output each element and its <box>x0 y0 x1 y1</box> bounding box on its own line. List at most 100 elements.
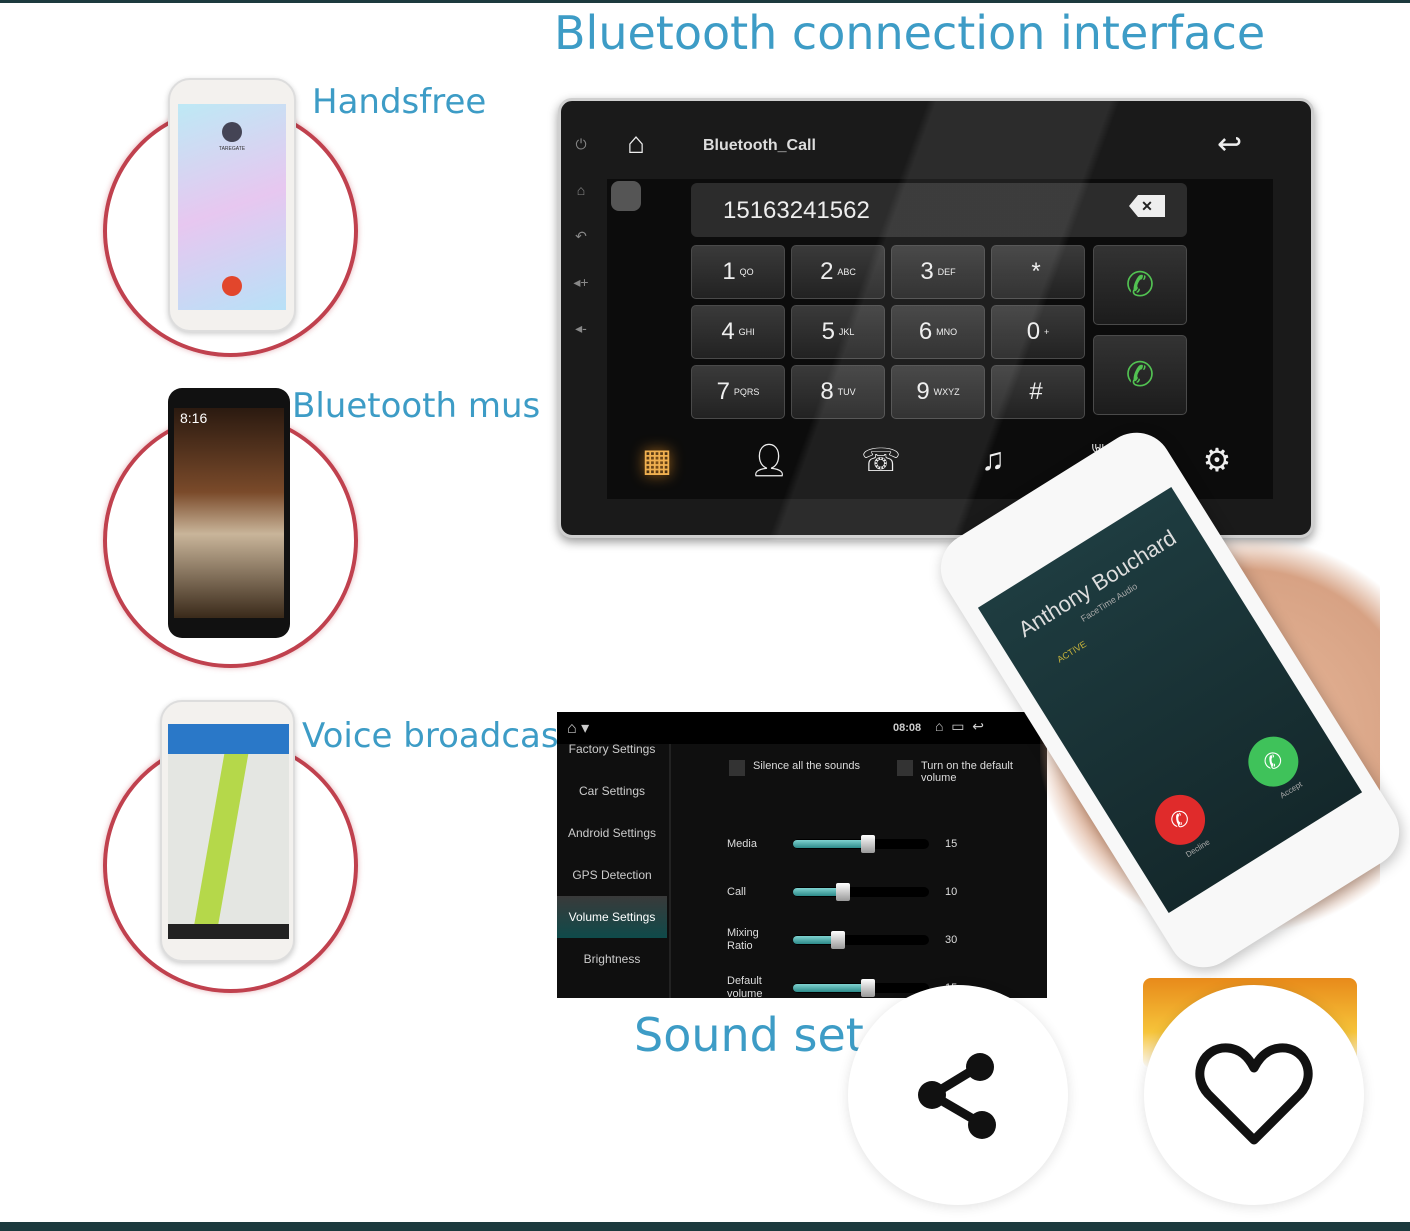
assistive-touch[interactable] <box>611 181 641 211</box>
key-letters: GHI <box>738 327 755 337</box>
call-log-icon[interactable]: ☏ <box>851 441 911 479</box>
key-7[interactable]: 7 PQRS <box>691 365 785 419</box>
key-9[interactable]: 9 WXYZ <box>891 365 985 419</box>
slider-row: Mixing Ratio 30 <box>727 916 957 964</box>
menu-item[interactable]: Car Settings <box>557 770 667 812</box>
dialed-number: 15163241562 <box>723 197 870 224</box>
number-field[interactable]: 15163241562 ✕ <box>691 183 1187 237</box>
key-0[interactable]: 0 + <box>991 305 1085 359</box>
call-type: FaceTime Audio <box>1078 581 1140 624</box>
feature-label-voice: Voice broadcast <box>302 716 572 756</box>
feature-label-handsfree: Handsfree <box>312 82 487 122</box>
slider-fill <box>793 840 868 848</box>
page-title: Bluetooth connection interface <box>554 6 1266 60</box>
key-3[interactable]: 3 DEF <box>891 245 985 299</box>
key-digit: 7 <box>716 378 730 405</box>
bottom-bar <box>0 1222 1410 1231</box>
key-4[interactable]: 4 GHI <box>691 305 785 359</box>
music-icon[interactable]: ♫ <box>963 441 1023 479</box>
power-icon[interactable]: ⏻ <box>569 121 593 167</box>
side-buttons: ⏻ ⌂ ↶ ◂+ ◂- <box>569 121 593 351</box>
key-letters: PQRS <box>733 387 760 397</box>
key-letters: MNO <box>936 327 958 337</box>
key-6[interactable]: 6 MNO <box>891 305 985 359</box>
key-letters: QO <box>739 267 754 277</box>
call-status: ACTIVE <box>1055 638 1089 665</box>
volume-slider[interactable] <box>793 979 929 997</box>
menu-item[interactable]: Brightness <box>557 938 667 980</box>
slider-row: Media 15 <box>727 820 957 868</box>
clock: 08:08 <box>893 722 922 734</box>
call-button[interactable]: ✆ <box>1093 245 1187 325</box>
key-letters: WXYZ <box>933 387 960 397</box>
key-digit: 1 <box>722 258 736 285</box>
menu-item[interactable]: Volume Settings <box>557 896 667 938</box>
music-phone-image: 8:16 <box>168 388 290 638</box>
key-letters: + <box>1044 327 1050 337</box>
default-volume-label: Turn on the default volume <box>921 760 1013 784</box>
keypad: 1 QO 2 ABC 3 DEF * 4 GHI 5 JKL 6 MNO 0 +7 PQRS 8 TUV 9 WXYZ… <box>691 245 1091 419</box>
end-call-icon <box>222 276 242 296</box>
key-8[interactable]: 8 TUV <box>791 365 885 419</box>
volume-slider[interactable] <box>793 931 929 949</box>
volume-slider[interactable] <box>793 835 929 853</box>
share-button[interactable] <box>848 985 1068 1205</box>
navigation-phone-image <box>160 700 295 962</box>
volume-slider[interactable] <box>793 883 929 901</box>
slider-thumb[interactable] <box>860 835 875 853</box>
key-1[interactable]: 1 QO <box>691 245 785 299</box>
menu-item[interactable]: Factory Settings <box>557 728 667 770</box>
slider-thumb[interactable] <box>830 931 845 949</box>
key-digit: * <box>1031 258 1041 285</box>
slider-thumb[interactable] <box>860 979 875 997</box>
slider-label: Media <box>727 837 757 850</box>
key-2[interactable]: 2 ABC <box>791 245 885 299</box>
key-digit: 5 <box>821 318 835 345</box>
key-*[interactable]: * <box>991 245 1085 299</box>
slider-value: 30 <box>945 934 958 946</box>
phone-time: 8:16 <box>180 410 208 426</box>
volume-down-icon[interactable]: ◂- <box>569 305 593 351</box>
sound-settings-caption: Sound set <box>634 1008 864 1062</box>
menu-item[interactable]: GPS Detection <box>557 854 667 896</box>
volume-up-icon[interactable]: ◂+ <box>569 259 593 305</box>
back-icon[interactable]: ↩ <box>1217 127 1242 162</box>
key-digit: 0 <box>1026 318 1041 345</box>
slider-thumb[interactable] <box>836 883 851 901</box>
key-#[interactable]: # <box>991 365 1085 419</box>
slider-value: 15 <box>945 838 958 850</box>
favorite-button[interactable] <box>1144 985 1364 1205</box>
silence-label: Silence all the sounds <box>753 760 861 772</box>
sound-settings-screen: ⌂ ▾ 08:08 ⌂ ▭ ↩ Factory Settings Car Sett… <box>557 712 1047 1000</box>
dialer-screen: 15163241562 ✕ 1 QO 2 ABC 3 DEF * 4 GHI 5 JKL 6 MNO 0 +… <box>607 179 1273 499</box>
caller-name: Anthony Bouchard <box>1013 524 1181 642</box>
home-side-icon[interactable]: ⌂ <box>569 167 593 213</box>
feature-label-music: Bluetooth mus <box>292 386 541 426</box>
slider-label: Call <box>727 885 746 898</box>
slider-label: Mixing Ratio <box>727 927 759 952</box>
contact-name: TAREGATE <box>218 146 246 152</box>
nav-icons[interactable]: ⌂ ▭ ↩ <box>935 718 984 735</box>
top-bar <box>0 0 1410 3</box>
key-letters: JKL <box>838 327 855 337</box>
handsfree-phone-image: TAREGATE <box>168 78 296 332</box>
backspace-icon[interactable]: ✕ <box>1129 195 1165 217</box>
key-digit: 8 <box>820 378 834 405</box>
key-5[interactable]: 5 JKL <box>791 305 885 359</box>
key-digit: 2 <box>820 258 834 285</box>
contacts-icon[interactable]: 👤︎ <box>739 441 799 479</box>
menu-divider <box>669 744 671 998</box>
dialpad-icon[interactable]: ▦ <box>627 441 687 479</box>
home-icon[interactable]: ⌂ <box>627 127 645 161</box>
volume-sliders: Media 15 Call 10 Mixing Ratio 30 Default volum… <box>727 820 957 1012</box>
silence-checkbox[interactable]: Silence all the sounds <box>729 760 860 776</box>
key-letters: ABC <box>837 267 856 277</box>
key-digit: 4 <box>721 318 735 345</box>
settings-icon[interactable]: ⚙ <box>1187 441 1247 479</box>
menu-item[interactable]: Android Settings <box>557 812 667 854</box>
default-volume-checkbox[interactable]: Turn on the default volume <box>897 760 1037 784</box>
slider-label: Default volume <box>727 975 763 1000</box>
back-side-icon[interactable]: ↶ <box>569 213 593 259</box>
redial-button[interactable]: ✆ <box>1093 335 1187 415</box>
key-letters: TUV <box>837 387 856 397</box>
